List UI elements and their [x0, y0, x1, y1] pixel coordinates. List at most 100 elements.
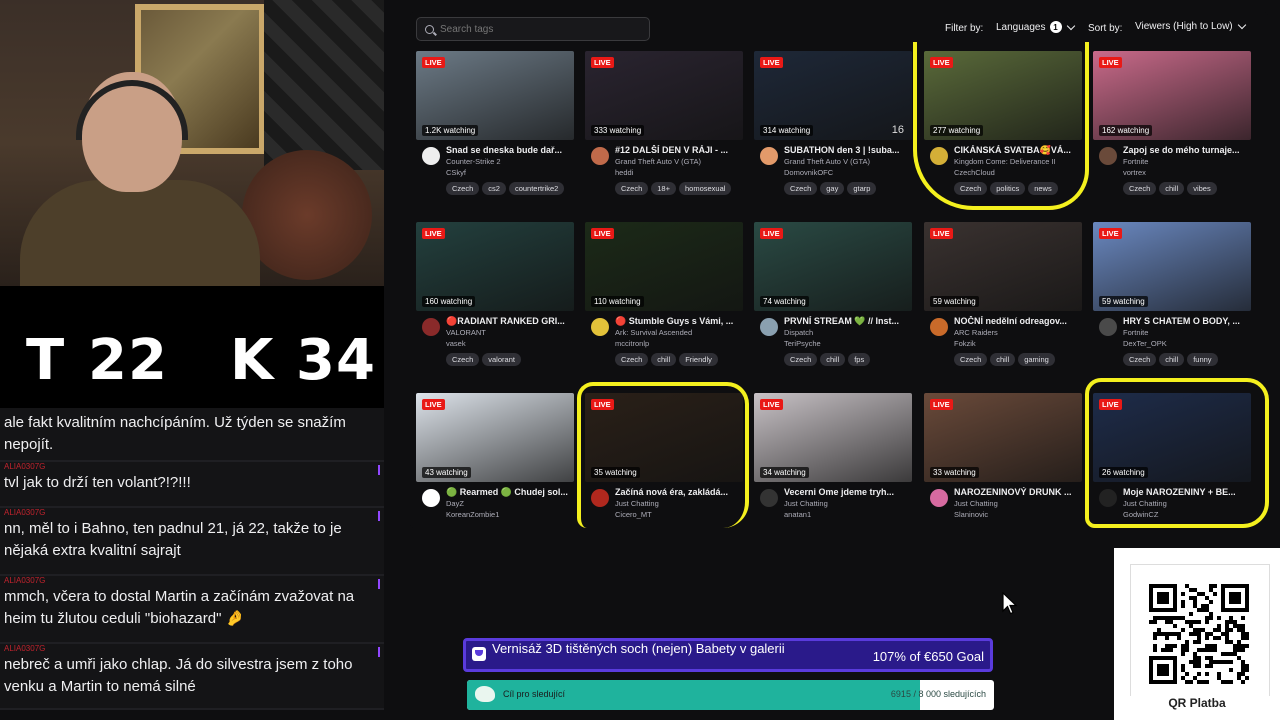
stream-card[interactable]: LIVE 26 watching Moje NAROZENINY + BE... Ju…	[1093, 393, 1251, 531]
tag-pill[interactable]: chill	[1159, 182, 1185, 195]
stream-category[interactable]: Dispatch	[784, 328, 910, 337]
tag-search-box[interactable]	[416, 17, 650, 41]
tag-pill[interactable]: homosexual	[679, 182, 732, 195]
tag-pill[interactable]: Czech	[446, 182, 480, 195]
stream-card[interactable]: LIVE 333 watching #12 DALŠÍ DEN V RÁJI - .…	[585, 51, 743, 195]
stream-title[interactable]: NAROZENINOVÝ DRUNK ...	[954, 487, 1080, 497]
channel-avatar[interactable]	[1099, 147, 1117, 165]
tag-pill[interactable]: gay	[820, 182, 845, 195]
stream-title[interactable]: Moje NAROZENINY + BE...	[1123, 487, 1249, 497]
channel-name[interactable]: TeriPsyche	[784, 339, 821, 348]
tag-pill[interactable]: chill	[820, 353, 846, 366]
stream-thumbnail[interactable]: LIVE 33 watching	[924, 393, 1082, 482]
stream-card[interactable]: LIVE 43 watching 🟢 Rearmed 🟢 Chudej sol...…	[416, 393, 574, 531]
stream-title[interactable]: HRY S CHATEM O BODY, ...	[1123, 316, 1249, 326]
channel-avatar[interactable]	[591, 147, 609, 165]
stream-thumbnail[interactable]: LIVE 35 watching	[585, 393, 743, 482]
channel-name[interactable]: heddi	[615, 168, 633, 177]
channel-avatar[interactable]	[422, 489, 440, 507]
stream-thumbnail[interactable]: LIVE 277 watching	[924, 51, 1082, 140]
channel-avatar[interactable]	[591, 318, 609, 336]
channel-avatar[interactable]	[930, 147, 948, 165]
stream-title[interactable]: CIKÁNSKÁ SVATBA🥰VÁ...	[954, 145, 1080, 156]
stream-card[interactable]: LIVE 74 watching PRVNÍ STREAM 💚 // Inst...…	[754, 222, 912, 366]
stream-category[interactable]: ARC Raiders	[954, 328, 1080, 337]
tag-pill[interactable]: politics	[990, 182, 1026, 195]
stream-title[interactable]: Vecerni Ome jdeme tryh...	[784, 487, 910, 497]
channel-name[interactable]: Slaninovic	[954, 510, 988, 519]
tag-pill[interactable]: gaming	[1018, 353, 1055, 366]
channel-avatar[interactable]	[760, 318, 778, 336]
tag-pill[interactable]: countertrike2	[508, 182, 565, 195]
stream-card[interactable]: LIVE 1.2K watching Snad se dneska bude dař…	[416, 51, 574, 195]
channel-name[interactable]: GodwinCZ	[1123, 510, 1158, 519]
tag-pill[interactable]: news	[1028, 182, 1058, 195]
stream-title[interactable]: #12 DALŠÍ DEN V RÁJI - ...	[615, 145, 741, 155]
stream-card[interactable]: LIVE 162 watching Zapoj se do mého turnaje…	[1093, 51, 1251, 195]
stream-thumbnail[interactable]: LIVE 34 watching	[754, 393, 912, 482]
stream-category[interactable]: Grand Theft Auto V (GTA)	[615, 157, 741, 166]
tag-search-input[interactable]	[440, 23, 630, 35]
tag-pill[interactable]: Czech	[615, 182, 649, 195]
tag-pill[interactable]: funny	[1187, 353, 1218, 366]
tag-pill[interactable]: Czech	[954, 182, 988, 195]
channel-avatar[interactable]	[930, 489, 948, 507]
stream-card[interactable]: LIVE 277 watching CIKÁNSKÁ SVATBA🥰VÁ... Kin…	[924, 51, 1082, 195]
channel-avatar[interactable]	[1099, 489, 1117, 507]
channel-name[interactable]: KoreanZombie1	[446, 510, 499, 519]
channel-name[interactable]: CSkyf	[446, 168, 466, 177]
tag-pill[interactable]: chill	[1159, 353, 1185, 366]
stream-card[interactable]: LIVE 59 watching HRY S CHATEM O BODY, ... F…	[1093, 222, 1251, 366]
channel-name[interactable]: Fokzik	[954, 339, 976, 348]
tag-pill[interactable]: Czech	[784, 353, 818, 366]
stream-category[interactable]: Just Chatting	[615, 499, 741, 508]
stream-thumbnail[interactable]: LIVE 59 watching	[924, 222, 1082, 311]
stream-thumbnail[interactable]: LIVE 43 watching	[416, 393, 574, 482]
channel-avatar[interactable]	[1099, 318, 1117, 336]
stream-title[interactable]: 🔴RADIANT RANKED GRI...	[446, 316, 572, 327]
tag-pill[interactable]: Czech	[1123, 353, 1157, 366]
channel-name[interactable]: anatan1	[784, 510, 811, 519]
tag-pill[interactable]: Czech	[784, 182, 818, 195]
stream-category[interactable]: Just Chatting	[1123, 499, 1249, 508]
stream-thumbnail[interactable]: LIVE 314 watching 16	[754, 51, 912, 140]
channel-avatar[interactable]	[422, 318, 440, 336]
channel-name[interactable]: DomovnikOFC	[784, 168, 833, 177]
stream-category[interactable]: DayZ	[446, 499, 572, 508]
tag-pill[interactable]: Czech	[446, 353, 480, 366]
stream-thumbnail[interactable]: LIVE 110 watching	[585, 222, 743, 311]
channel-name[interactable]: vasek	[446, 339, 466, 348]
stream-title[interactable]: Snad se dneska bude dař...	[446, 145, 572, 155]
tag-pill[interactable]: Friendly	[679, 353, 718, 366]
channel-avatar[interactable]	[591, 489, 609, 507]
stream-thumbnail[interactable]: LIVE 160 watching	[416, 222, 574, 311]
stream-card[interactable]: LIVE 35 watching Začíná nová éra, zakládá.…	[585, 393, 743, 531]
channel-name[interactable]: Cicero_MT	[615, 510, 652, 519]
channel-name[interactable]: mccitronlp	[615, 339, 649, 348]
tag-pill[interactable]: Czech	[1123, 182, 1157, 195]
languages-dropdown[interactable]: Languages 1	[996, 21, 1075, 33]
tag-pill[interactable]: Czech	[954, 353, 988, 366]
stream-title[interactable]: Zapoj se do mého turnaje...	[1123, 145, 1249, 155]
stream-title[interactable]: NOČNÍ nedělní odreagov...	[954, 316, 1080, 326]
stream-thumbnail[interactable]: LIVE 1.2K watching	[416, 51, 574, 140]
channel-name[interactable]: CzechCloud	[954, 168, 995, 177]
stream-category[interactable]: Kingdom Come: Deliverance II	[954, 157, 1080, 166]
tag-pill[interactable]: valorant	[482, 353, 521, 366]
tag-pill[interactable]: 18+	[651, 182, 676, 195]
stream-card[interactable]: LIVE 33 watching NAROZENINOVÝ DRUNK ... Jus…	[924, 393, 1082, 531]
stream-thumbnail[interactable]: LIVE 333 watching	[585, 51, 743, 140]
channel-avatar[interactable]	[930, 318, 948, 336]
tag-pill[interactable]: vibes	[1187, 182, 1217, 195]
stream-card[interactable]: LIVE 314 watching 16 SUBATHON den 3 | !suba…	[754, 51, 912, 195]
stream-title[interactable]: 🟢 Rearmed 🟢 Chudej sol...	[446, 487, 572, 498]
stream-card[interactable]: LIVE 160 watching 🔴RADIANT RANKED GRI... VA…	[416, 222, 574, 366]
tag-pill[interactable]: fps	[848, 353, 871, 366]
stream-thumbnail[interactable]: LIVE 162 watching	[1093, 51, 1251, 140]
channel-name[interactable]: DexTer_OPK	[1123, 339, 1167, 348]
stream-title[interactable]: PRVNÍ STREAM 💚 // Inst...	[784, 316, 910, 327]
channel-name[interactable]: vortrex	[1123, 168, 1146, 177]
tag-pill[interactable]: chill	[990, 353, 1016, 366]
channel-avatar[interactable]	[760, 489, 778, 507]
tag-pill[interactable]: cs2	[482, 182, 506, 195]
